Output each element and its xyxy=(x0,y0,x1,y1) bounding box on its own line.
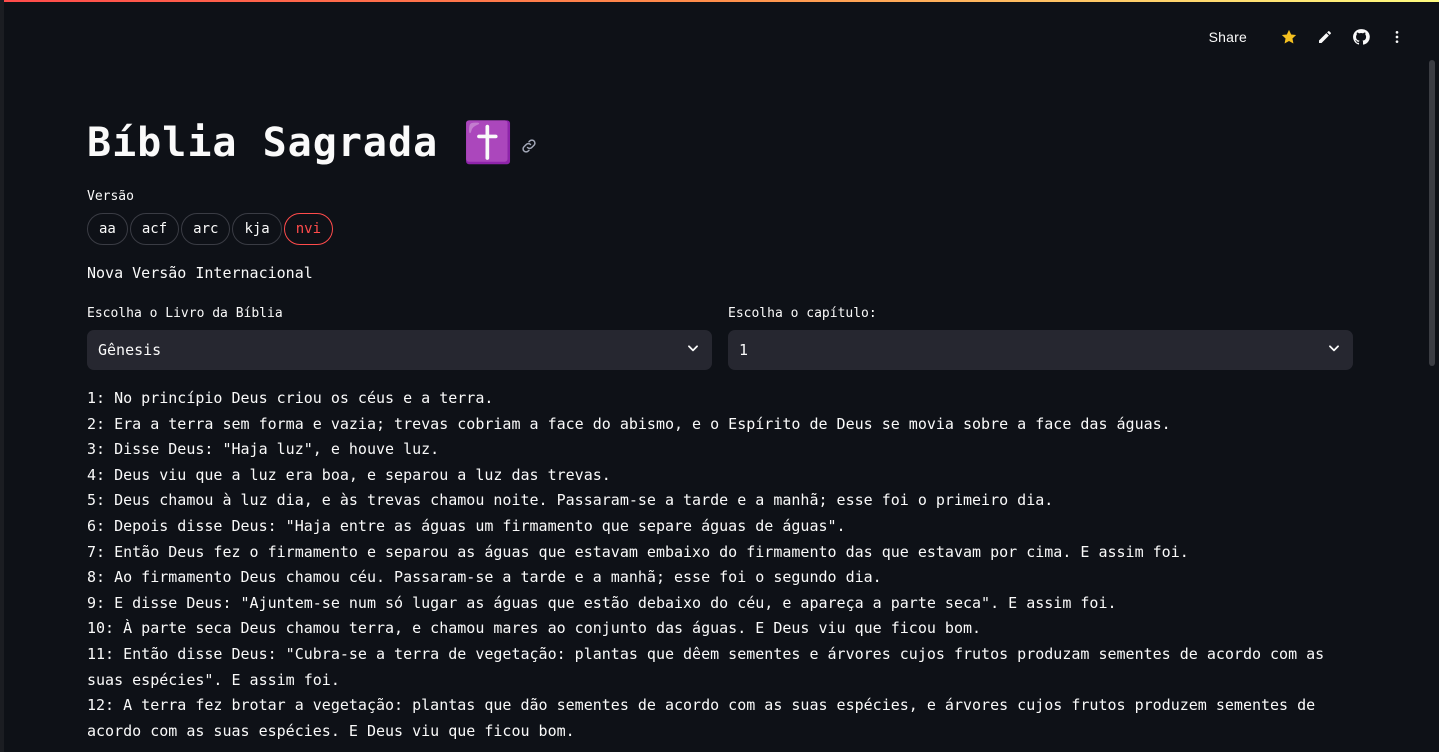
chapter-select-label: Escolha o capítulo: xyxy=(728,306,877,321)
verse-text: 11: Então disse Deus: "Cubra-se a terra … xyxy=(87,644,1325,689)
verse-text: 2: Era a terra sem forma e vazia; trevas… xyxy=(87,414,1171,433)
verse-text: 7: Então Deus fez o firmamento e separou… xyxy=(87,542,1189,561)
more-vertical-icon[interactable] xyxy=(1387,27,1407,47)
version-pill-aa[interactable]: aa xyxy=(87,213,128,245)
verse-text: 6: Depois disse Deus: "Haja entre as águ… xyxy=(87,516,846,535)
version-full-name: Nova Versão Internacional xyxy=(87,264,313,282)
star-icon[interactable] xyxy=(1279,27,1299,47)
version-pill-nvi[interactable]: nvi xyxy=(283,213,334,245)
version-pills: aa acf arc kja nvi xyxy=(87,213,334,245)
version-label: Versão xyxy=(87,189,134,204)
share-button[interactable]: Share xyxy=(1209,29,1247,45)
chapter-select-value: 1 xyxy=(739,341,749,359)
scrollbar[interactable] xyxy=(1429,60,1435,366)
header-decoration xyxy=(4,0,1439,2)
title-row: Bíblia Sagrada ✝️ xyxy=(87,118,538,168)
chevron-down-icon xyxy=(686,341,700,359)
version-pill-kja[interactable]: kja xyxy=(232,213,282,245)
app-toolbar: Share xyxy=(1209,26,1407,48)
link-icon[interactable] xyxy=(520,137,538,155)
verse-text: 9: E disse Deus: "Ajuntem-se num só luga… xyxy=(87,593,1117,612)
chapter-select[interactable]: 1 xyxy=(728,330,1353,370)
verse-text: 12: A terra fez brotar a vegetação: plan… xyxy=(87,696,1316,740)
verse-list: 1: No princípio Deus criou os céus e a t… xyxy=(87,386,1353,744)
version-pill-acf[interactable]: acf xyxy=(129,213,180,245)
verse-text: 10: À parte seca Deus chamou terra, e ch… xyxy=(87,619,982,638)
book-select[interactable]: Gênesis xyxy=(87,330,712,370)
page-title: Bíblia Sagrada ✝️ xyxy=(87,120,515,166)
verse-text: 3: Disse Deus: "Haja luz", e houve luz. xyxy=(87,440,440,459)
pencil-icon[interactable] xyxy=(1315,27,1335,47)
verse-text: 5: Deus chamou à luz dia, e às trevas ch… xyxy=(87,491,1054,510)
github-icon[interactable] xyxy=(1351,27,1371,47)
version-pill-arc[interactable]: arc xyxy=(181,213,231,245)
chevron-down-icon xyxy=(1327,341,1341,359)
verse-text: 4: Deus viu que a luz era boa, e separou… xyxy=(87,465,611,484)
book-select-value: Gênesis xyxy=(98,341,162,359)
verse-text: 1: No princípio Deus criou os céus e a t… xyxy=(87,389,494,407)
app-frame: Share Bíblia Sagrada ✝️ Versão aa acf ar… xyxy=(0,0,1439,752)
book-select-label: Escolha o Livro da Bíblia xyxy=(87,306,283,321)
verse-text: 8: Ao firmamento Deus chamou céu. Passar… xyxy=(87,568,882,587)
